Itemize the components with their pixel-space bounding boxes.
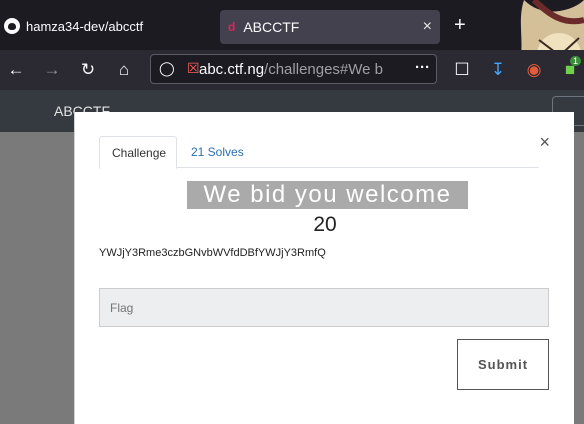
close-icon[interactable]: ×: [539, 132, 550, 153]
extension-badge: 1: [570, 56, 582, 66]
tab-challenge[interactable]: Challenge: [99, 136, 177, 169]
insecure-lock-icon[interactable]: ☒: [187, 60, 200, 77]
reload-icon[interactable]: ↻: [78, 60, 98, 80]
submit-button[interactable]: Submit: [457, 339, 549, 390]
browser-title-bar: hamza34-dev/abcctf d ABCCTF × +: [0, 0, 584, 50]
window-title-text: hamza34-dev/abcctf: [26, 18, 144, 34]
browser-tab[interactable]: d ABCCTF ×: [220, 10, 440, 44]
challenge-title: We bid you welcome: [187, 181, 468, 209]
home-icon[interactable]: ⌂: [114, 60, 134, 80]
flag-input[interactable]: [99, 288, 549, 327]
back-arrow-icon[interactable]: ←: [6, 60, 26, 80]
ublock-icon[interactable]: ◉: [524, 60, 544, 80]
pocket-icon[interactable]: ☐: [452, 60, 472, 80]
challenge-description: YWJjY3Rme3czbGNvbWVfdDBfYWJjY3RmfQ: [99, 247, 326, 259]
download-icon[interactable]: ↧: [488, 60, 508, 80]
new-tab-button[interactable]: +: [454, 14, 466, 37]
shield-icon[interactable]: ◯: [159, 60, 175, 77]
tab-close-icon[interactable]: ×: [423, 18, 432, 36]
modal-tabs: Challenge 21 Solves: [99, 136, 539, 169]
url-text[interactable]: abc.ctf.ng/challenges#We b: [199, 61, 383, 78]
challenge-points: 20: [313, 213, 337, 236]
url-path: /challenges#We b: [264, 60, 384, 78]
ctf-favicon-icon: d: [228, 20, 236, 34]
tab-title: ABCCTF: [243, 19, 300, 35]
github-window-title: hamza34-dev/abcctf: [4, 18, 143, 34]
tab-solves[interactable]: 21 Solves: [179, 136, 256, 169]
page-actions-icon[interactable]: ···: [415, 59, 430, 76]
url-host: abc.ctf.ng: [199, 60, 265, 78]
challenge-modal: × Challenge 21 Solves We bid you welcome…: [74, 112, 574, 424]
github-icon: [4, 18, 20, 34]
forward-arrow-icon[interactable]: →: [42, 60, 62, 80]
url-bar[interactable]: ◯ ☒ abc.ctf.ng/challenges#We b ···: [150, 54, 437, 84]
